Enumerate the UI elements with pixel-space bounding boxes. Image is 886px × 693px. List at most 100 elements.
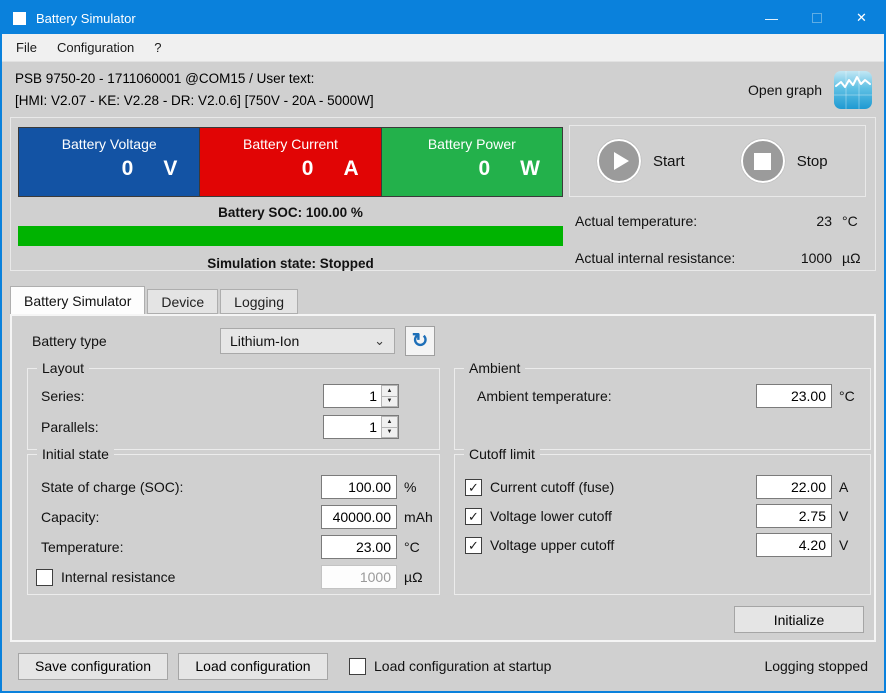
meter-battery-voltage: Battery Voltage 0 V <box>19 128 199 196</box>
ambient-group-title: Ambient <box>464 360 525 376</box>
parallels-spin-up-icon[interactable]: ▲ <box>382 416 398 427</box>
capacity-input[interactable] <box>321 505 397 529</box>
stop-icon <box>754 153 771 170</box>
series-label: Series: <box>41 388 85 404</box>
temperature-label: Temperature: <box>41 539 123 555</box>
internal-resistance-unit: µΩ <box>397 569 439 585</box>
voltage-lower-cutoff-unit: V <box>832 508 870 524</box>
footer: Save configuration Load configuration Lo… <box>2 642 884 690</box>
stop-button[interactable]: Stop <box>741 139 828 183</box>
series-input[interactable] <box>324 385 381 407</box>
actual-internal-resistance-label: Actual internal resistance: <box>575 250 735 266</box>
maximize-button[interactable] <box>794 2 839 34</box>
series-spin-down-icon[interactable]: ▼ <box>382 396 398 408</box>
ambient-temperature-label: Ambient temperature: <box>477 388 612 404</box>
current-cutoff-checkbox[interactable]: ✓ <box>465 479 482 496</box>
tab-device[interactable]: Device <box>147 289 218 314</box>
ambient-temperature-unit: °C <box>832 388 870 404</box>
soc-input[interactable] <box>321 475 397 499</box>
parallels-label: Parallels: <box>41 419 99 435</box>
soc-progressbar <box>18 226 563 246</box>
cutoff-limit-group: Cutoff limit ✓ Current cutoff (fuse) A ✓… <box>454 454 871 595</box>
app-icon <box>13 12 26 25</box>
internal-resistance-input[interactable] <box>321 565 397 589</box>
meter-unit: A <box>343 157 358 181</box>
battery-soc-label: Battery SOC: 100.00 % <box>18 205 563 220</box>
refresh-button[interactable]: ↻ <box>405 326 435 356</box>
start-button[interactable]: Start <box>597 139 685 183</box>
device-info-line1: PSB 9750-20 - 1711060001 @COM15 / User t… <box>15 68 374 90</box>
menubar: File Configuration ? <box>2 34 884 62</box>
minimize-button[interactable]: — <box>749 2 794 34</box>
soc-progressbar-fill <box>18 226 563 246</box>
voltage-lower-cutoff-input[interactable] <box>756 504 832 528</box>
voltage-lower-cutoff-row: ✓ Voltage lower cutoff V <box>465 503 870 529</box>
voltage-lower-cutoff-label: Voltage lower cutoff <box>490 508 612 524</box>
initialize-button[interactable]: Initialize <box>734 606 864 633</box>
close-icon: ✕ <box>856 10 867 26</box>
open-graph-label: Open graph <box>748 82 822 98</box>
menu-item-file[interactable]: File <box>6 34 47 61</box>
actual-internal-resistance-unit: µΩ <box>832 250 864 266</box>
meter-value: 0 <box>302 157 314 181</box>
app-window: Battery Simulator — ✕ File Configuration… <box>0 0 886 693</box>
device-info-line2: [HMI: V2.07 - KE: V2.28 - DR: V2.0.6] [7… <box>15 90 374 112</box>
current-cutoff-input[interactable] <box>756 475 832 499</box>
close-button[interactable]: ✕ <box>839 2 884 34</box>
start-label: Start <box>653 153 685 170</box>
internal-resistance-row: Internal resistance µΩ <box>36 564 439 590</box>
ambient-temperature-input[interactable] <box>756 384 832 408</box>
window-title: Battery Simulator <box>36 11 136 26</box>
meter-label: Battery Current <box>200 136 380 152</box>
load-at-startup-checkbox[interactable] <box>349 658 366 675</box>
meter-value: 0 <box>478 157 490 181</box>
load-configuration-button[interactable]: Load configuration <box>178 653 328 680</box>
current-cutoff-label: Current cutoff (fuse) <box>490 479 614 495</box>
parallels-row: Parallels: ▲ ▼ <box>41 414 399 440</box>
soc-unit: % <box>397 479 439 495</box>
temperature-input[interactable] <box>321 535 397 559</box>
meter-battery-current: Battery Current 0 A <box>199 128 380 196</box>
open-graph-button[interactable]: Open graph <box>748 71 872 109</box>
soc-label: State of charge (SOC): <box>41 479 183 495</box>
series-stepper: ▲ ▼ <box>323 384 399 408</box>
voltage-upper-cutoff-input[interactable] <box>756 533 832 557</box>
parallels-input[interactable] <box>324 416 381 438</box>
actual-temperature-unit: °C <box>832 213 864 229</box>
layout-group: Layout Series: ▲ ▼ Parallels: <box>27 368 440 450</box>
menu-item-help[interactable]: ? <box>144 34 171 61</box>
tab-battery-simulator[interactable]: Battery Simulator <box>10 286 145 314</box>
tab-logging[interactable]: Logging <box>220 289 298 314</box>
capacity-label: Capacity: <box>41 509 99 525</box>
internal-resistance-checkbox[interactable] <box>36 569 53 586</box>
actual-internal-resistance-value: 1000 <box>786 250 832 266</box>
voltage-lower-cutoff-checkbox[interactable]: ✓ <box>465 508 482 525</box>
current-cutoff-unit: A <box>832 479 870 495</box>
battery-type-select[interactable]: Lithium-Ion ⌄ <box>220 328 395 354</box>
stop-label: Stop <box>797 153 828 170</box>
meter-value: 0 <box>122 157 134 181</box>
maximize-icon <box>812 13 822 23</box>
simulation-state-label: Simulation state: Stopped <box>18 256 563 271</box>
graph-icon <box>834 71 872 109</box>
capacity-row: Capacity: mAh <box>36 504 439 530</box>
refresh-icon: ↻ <box>412 331 429 351</box>
temperature-unit: °C <box>397 539 439 555</box>
actual-temperature-row: Actual temperature: 23 °C <box>575 213 864 237</box>
layout-group-title: Layout <box>37 360 89 376</box>
current-cutoff-row: ✓ Current cutoff (fuse) A <box>465 474 870 500</box>
chevron-down-icon: ⌄ <box>374 336 385 346</box>
initial-state-group-title: Initial state <box>37 446 114 462</box>
parallels-spin-down-icon[interactable]: ▼ <box>382 427 398 439</box>
series-spin-up-icon[interactable]: ▲ <box>382 385 398 396</box>
meter-unit: W <box>520 157 540 181</box>
voltage-upper-cutoff-label: Voltage upper cutoff <box>490 537 614 553</box>
play-icon <box>614 152 629 170</box>
ambient-group: Ambient Ambient temperature: °C <box>454 368 871 450</box>
meter-label: Battery Power <box>382 136 562 152</box>
save-configuration-button[interactable]: Save configuration <box>18 653 168 680</box>
voltage-upper-cutoff-row: ✓ Voltage upper cutoff V <box>465 532 870 558</box>
initial-state-group: Initial state State of charge (SOC): % C… <box>27 454 440 595</box>
voltage-upper-cutoff-checkbox[interactable]: ✓ <box>465 537 482 554</box>
menu-item-configuration[interactable]: Configuration <box>47 34 144 61</box>
